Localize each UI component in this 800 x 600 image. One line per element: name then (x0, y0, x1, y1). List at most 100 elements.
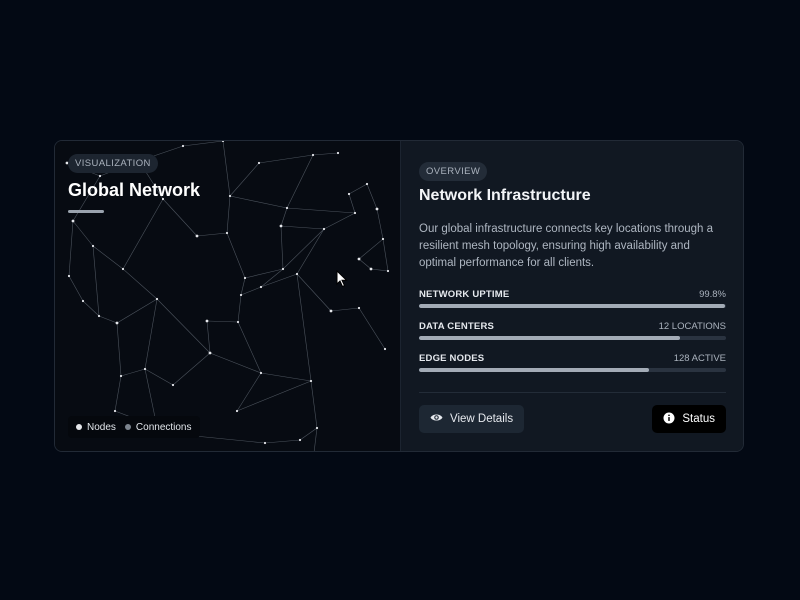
connection-line (382, 238, 389, 272)
connection-line (182, 141, 224, 147)
connection-line (194, 435, 266, 444)
connection-line (313, 427, 318, 451)
network-node (119, 374, 123, 378)
connection-line (229, 195, 288, 209)
connection-line (144, 368, 174, 386)
connection-line (323, 212, 356, 230)
network-node (375, 207, 379, 211)
network-node (383, 347, 387, 351)
connection-line (358, 238, 384, 260)
network-node (115, 321, 119, 325)
metric-value: 99.8% (699, 289, 726, 300)
connection-line (299, 427, 318, 441)
network-node (221, 141, 225, 143)
connection-line (92, 245, 124, 270)
connection-line (116, 298, 158, 324)
network-node (279, 224, 283, 228)
network-node (155, 297, 159, 301)
connection-line (114, 375, 122, 412)
network-node (386, 269, 390, 273)
network-node (71, 219, 75, 223)
network-node (181, 144, 185, 148)
connection-line (258, 154, 314, 164)
progress-fill (419, 336, 680, 340)
network-node (67, 274, 71, 278)
status-button[interactable]: Status (652, 405, 726, 433)
legend-nodes-label: Nodes (87, 421, 116, 433)
connection-line (237, 294, 242, 323)
progress-fill (419, 368, 650, 372)
connection-line (376, 208, 384, 240)
progress-track (419, 304, 726, 308)
connection-line (72, 220, 94, 247)
network-node (98, 174, 102, 178)
network-node (285, 206, 289, 210)
network-node (357, 257, 361, 261)
overview-heading: Network Infrastructure (419, 187, 591, 204)
network-node (263, 441, 267, 445)
network-node (113, 409, 117, 413)
connection-line (366, 183, 378, 210)
network-card: VISUALIZATION Global Network Nodes Conne… (54, 140, 744, 452)
view-details-button[interactable]: View Details (419, 405, 525, 433)
connection-line (358, 307, 386, 350)
connection-line (222, 141, 231, 197)
connection-line (144, 298, 158, 370)
network-node (225, 231, 229, 235)
connection-line (280, 225, 284, 270)
progress-track (419, 368, 726, 372)
connection-line (236, 372, 262, 412)
connection-line (296, 273, 332, 312)
connection-line (296, 273, 312, 382)
legend-connections-label: Connections (135, 421, 192, 433)
network-node (357, 306, 361, 310)
metric-network-uptime: NETWORK UPTIME 99.8% (419, 289, 726, 308)
connection-line (120, 368, 146, 377)
graph-legend: Nodes Connections (68, 416, 200, 438)
cursor-icon (336, 269, 348, 293)
overview-description: Our global infrastructure connects key l… (419, 223, 714, 269)
visualization-tag: VISUALIZATION (68, 154, 158, 173)
connection-line (312, 152, 339, 156)
connection-line (348, 193, 356, 214)
connection-line (122, 198, 164, 270)
connection-line (358, 258, 372, 270)
connection-line (122, 268, 158, 300)
network-node (329, 309, 333, 313)
visualization-title: Global Network (68, 180, 201, 200)
connection-line (156, 298, 211, 354)
connection-line (240, 277, 246, 296)
metric-data-centers: DATA CENTERS 12 LOCATIONS (419, 321, 726, 340)
progress-fill (419, 304, 726, 308)
network-node (322, 227, 326, 231)
connection-line (68, 275, 84, 302)
connection-line (92, 245, 100, 317)
network-node (298, 438, 302, 442)
metric-label: EDGE NODES (419, 353, 485, 364)
network-node (257, 161, 261, 165)
network-node (97, 314, 101, 318)
network-visualization-panel: VISUALIZATION Global Network Nodes Conne… (55, 141, 400, 451)
network-node (228, 194, 232, 198)
metric-edge-nodes: EDGE NODES 128 ACTIVE (419, 353, 726, 372)
network-node (281, 267, 285, 271)
nodes-legend-dot (76, 424, 82, 430)
network-node (171, 383, 175, 387)
view-details-label: View Details (450, 413, 514, 425)
connection-line (226, 232, 246, 279)
network-node (369, 267, 373, 271)
network-node (205, 319, 209, 323)
connection-line (206, 320, 239, 323)
connection-line (260, 273, 298, 288)
eye-icon (430, 411, 443, 427)
connection-line (330, 307, 360, 312)
network-node (311, 153, 315, 157)
connection-line (196, 232, 228, 237)
network-node (353, 211, 357, 215)
network-node (208, 351, 212, 355)
metric-label: NETWORK UPTIME (419, 289, 510, 300)
title-underline (68, 210, 104, 213)
connection-line (286, 154, 314, 209)
connection-line (348, 183, 368, 195)
network-node (143, 367, 147, 371)
